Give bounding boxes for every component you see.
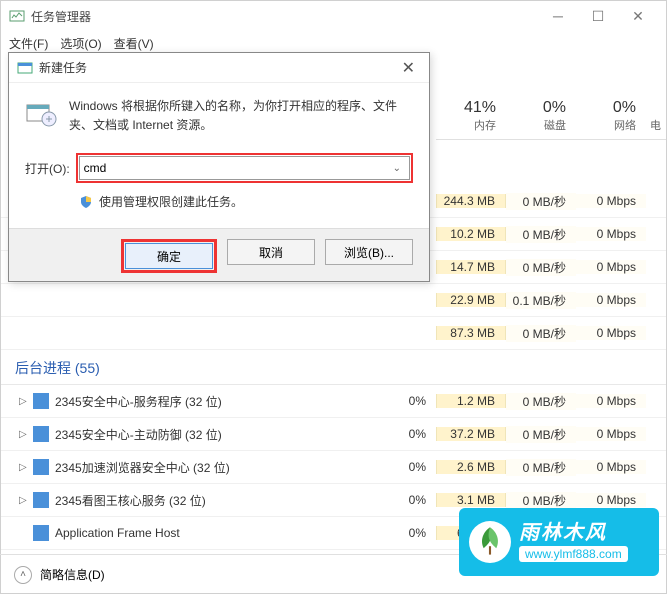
dialog-close-button[interactable]: ✕ (396, 58, 421, 78)
leaf-icon (469, 521, 511, 563)
col-network[interactable]: 0% 网络 (576, 95, 646, 140)
minimize-button[interactable]: ─ (538, 1, 578, 31)
run-icon (17, 60, 33, 76)
highlight-box: ⌄ (76, 153, 413, 183)
expand-icon[interactable]: ▷ (19, 495, 33, 506)
ok-button[interactable]: 确定 (125, 243, 213, 269)
highlight-box: 确定 (121, 239, 217, 273)
expand-icon[interactable] (19, 528, 33, 539)
open-label: 打开(O): (25, 160, 70, 177)
column-headers: 41% 内存 0% 磁盘 0% 网络 电 (436, 95, 666, 140)
dialog-titlebar: 新建任务 ✕ (9, 53, 429, 83)
process-icon (33, 459, 49, 475)
admin-checkbox-label[interactable]: 使用管理权限创建此任务。 (99, 193, 243, 210)
titlebar: 任务管理器 ─ ☐ ✕ (1, 1, 666, 31)
chevron-up-icon[interactable]: ˄ (14, 566, 32, 584)
col-memory[interactable]: 41% 内存 (436, 95, 506, 140)
process-row[interactable]: ▷2345加速浏览器安全中心 (32 位)0%2.6 MB0 MB/秒0 Mbp… (1, 451, 666, 484)
process-icon (33, 426, 49, 442)
window-controls: ─ ☐ ✕ (538, 1, 658, 31)
process-row[interactable]: ▷2345安全中心-主动防御 (32 位)0%37.2 MB0 MB/秒0 Mb… (1, 418, 666, 451)
command-combobox[interactable]: ⌄ (79, 156, 410, 180)
window-title: 任务管理器 (31, 8, 538, 25)
menu-file[interactable]: 文件(F) (9, 35, 48, 52)
browse-button[interactable]: 浏览(B)... (325, 239, 413, 265)
maximize-button[interactable]: ☐ (578, 1, 618, 31)
command-input[interactable] (84, 158, 389, 178)
menu-options[interactable]: 选项(O) (60, 35, 101, 52)
run-large-icon (25, 97, 57, 129)
dropdown-icon[interactable]: ⌄ (389, 163, 405, 174)
table-row[interactable]: 22.9 MB0.1 MB/秒0 Mbps (1, 284, 666, 317)
app-icon (9, 8, 25, 24)
table-row[interactable]: 87.3 MB0 MB/秒0 Mbps (1, 317, 666, 350)
cancel-button[interactable]: 取消 (227, 239, 315, 265)
expand-icon[interactable]: ▷ (19, 429, 33, 440)
watermark-name: 雨林木风 (519, 522, 628, 544)
process-icon (33, 393, 49, 409)
new-task-dialog: 新建任务 ✕ Windows 将根据你所键入的名称，为你打开相应的程序、文件夹、… (8, 52, 430, 282)
watermark-url: www.ylmf888.com (519, 546, 628, 562)
expand-icon[interactable]: ▷ (19, 462, 33, 473)
col-disk[interactable]: 0% 磁盘 (506, 95, 576, 140)
dialog-description: Windows 将根据你所键入的名称，为你打开相应的程序、文件夹、文档或 Int… (69, 97, 413, 135)
menu-view[interactable]: 查看(V) (114, 35, 154, 52)
watermark-logo: 雨林木风 www.ylmf888.com (459, 508, 659, 576)
dialog-title: 新建任务 (39, 59, 396, 76)
section-background-processes[interactable]: 后台进程 (55) (1, 350, 666, 385)
close-button[interactable]: ✕ (618, 1, 658, 31)
expand-icon[interactable]: ▷ (19, 396, 33, 407)
shield-icon (79, 195, 93, 209)
fewer-details-link[interactable]: 简略信息(D) (40, 566, 105, 583)
process-row[interactable]: ▷2345安全中心-服务程序 (32 位)0%1.2 MB0 MB/秒0 Mbp… (1, 385, 666, 418)
process-icon (33, 492, 49, 508)
process-icon (33, 525, 49, 541)
col-extra[interactable]: 电 (646, 95, 666, 140)
